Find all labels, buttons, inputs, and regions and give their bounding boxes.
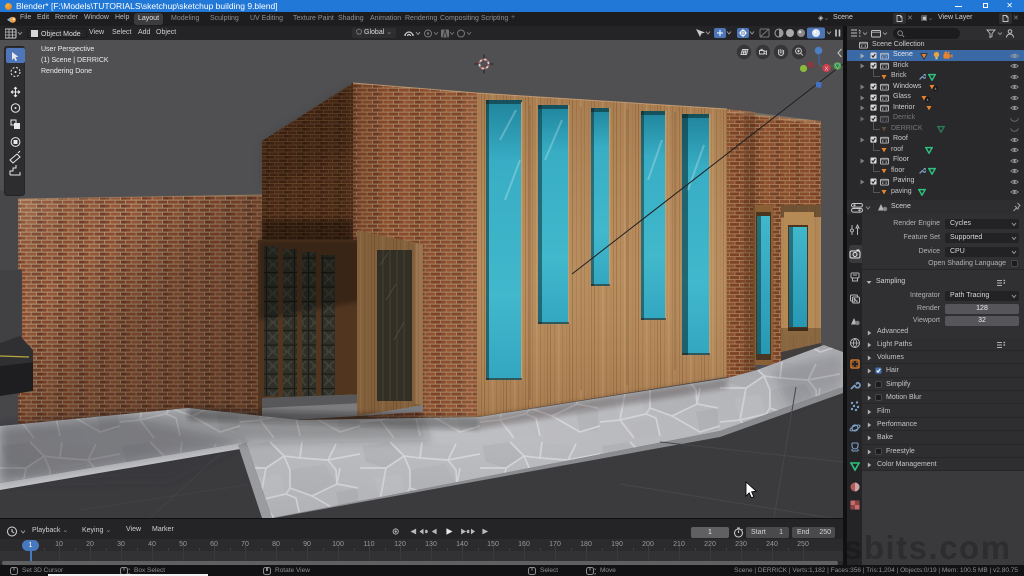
svg-text:X: X — [825, 66, 829, 72]
svg-text:Rendering Done: Rendering Done — [41, 68, 92, 75]
svg-text:User Perspective: User Perspective — [41, 46, 94, 53]
svg-text:(1) Scene | DERRICK: (1) Scene | DERRICK — [41, 57, 109, 64]
